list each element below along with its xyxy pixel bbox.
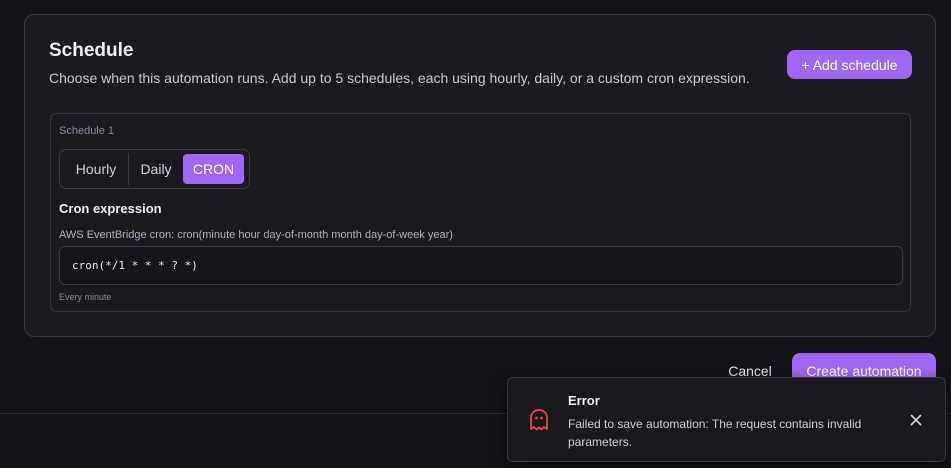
add-schedule-button[interactable]: + Add schedule bbox=[787, 50, 912, 79]
cron-expression-heading: Cron expression bbox=[59, 201, 162, 216]
mode-daily-button[interactable]: Daily bbox=[129, 154, 183, 184]
cron-expression-hint: AWS EventBridge cron: cron(minute hour d… bbox=[59, 229, 453, 241]
schedule-item: Schedule 1 Hourly Daily CRON Cron expres… bbox=[50, 113, 911, 312]
frequency-segmented-control: Hourly Daily CRON bbox=[59, 149, 250, 189]
schedule-item-label: Schedule 1 bbox=[59, 125, 115, 137]
toast-message: Failed to save automation: The request c… bbox=[568, 417, 862, 449]
schedule-card: Schedule Choose when this automation run… bbox=[24, 14, 936, 337]
schedule-title: Schedule bbox=[49, 40, 134, 61]
cron-expression-caption: Every minute bbox=[59, 292, 112, 302]
cron-expression-input[interactable] bbox=[59, 246, 903, 285]
mode-hourly-button[interactable]: Hourly bbox=[64, 154, 128, 184]
error-toast: Error Failed to save automation: The req… bbox=[507, 377, 946, 462]
schedule-description: Choose when this automation runs. Add up… bbox=[49, 70, 750, 86]
mode-cron-button[interactable]: CRON bbox=[183, 154, 244, 184]
ghost-icon bbox=[528, 408, 550, 432]
close-icon[interactable] bbox=[906, 410, 926, 430]
toast-title: Error bbox=[568, 393, 600, 408]
